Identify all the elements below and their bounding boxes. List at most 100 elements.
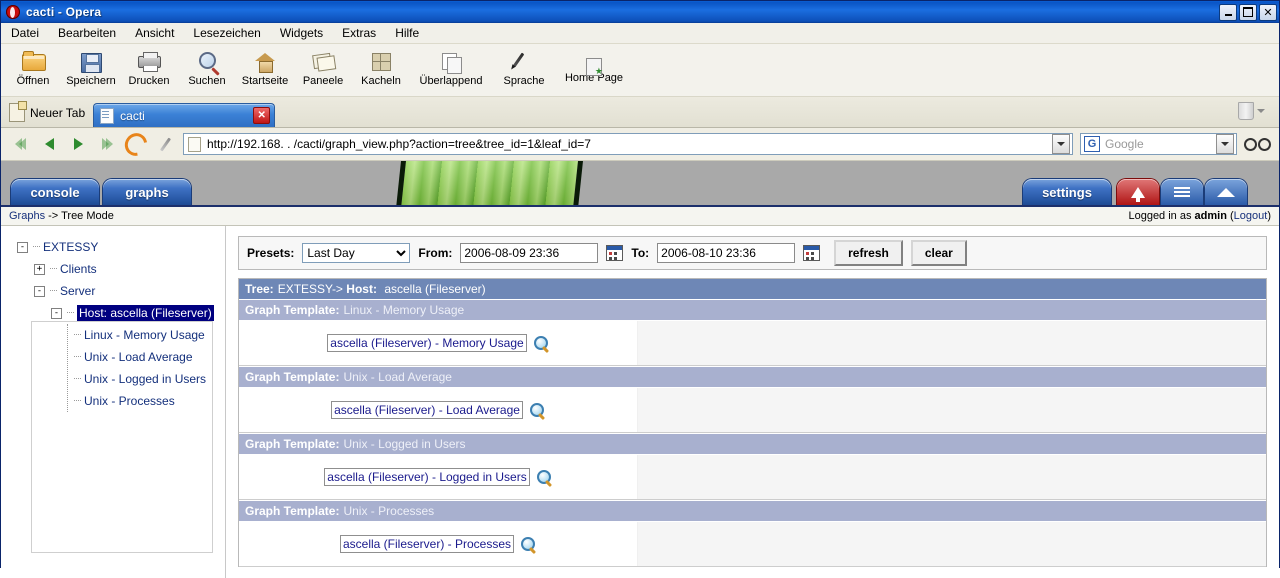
search-placeholder: Google bbox=[1105, 137, 1144, 151]
to-date-input[interactable]: 2006-08-10 23:36 bbox=[657, 243, 796, 263]
logout-link[interactable]: Logout bbox=[1234, 210, 1268, 222]
from-date-input[interactable]: 2006-08-09 23:36 bbox=[460, 243, 599, 263]
calendar-icon[interactable] bbox=[606, 245, 624, 261]
tree-label-extessy: EXTESSY bbox=[43, 240, 99, 254]
search-dropdown-icon[interactable] bbox=[1216, 134, 1234, 154]
menu-widgets[interactable]: Widgets bbox=[280, 26, 323, 40]
url-dropdown-icon[interactable] bbox=[1052, 134, 1070, 154]
tree-node-host-ascella[interactable]: - Host: ascella (Fileserver) bbox=[9, 302, 225, 324]
edit-pen-icon[interactable] bbox=[154, 134, 176, 154]
toolbar-button-panels[interactable]: Paneele bbox=[297, 46, 349, 87]
new-tab-icon bbox=[9, 101, 27, 122]
tree-node-unix-load-average[interactable]: Unix - Load Average bbox=[68, 346, 225, 368]
google-icon: G bbox=[1084, 136, 1100, 152]
login-status: Logged in as admin (Logout) bbox=[1128, 210, 1271, 222]
list-mode-icon[interactable] bbox=[1161, 179, 1203, 205]
menu-hilfe[interactable]: Hilfe bbox=[395, 26, 419, 40]
cascade-windows-icon bbox=[438, 49, 464, 74]
graph-cell: ascella (Fileserver) - Logged in Users bbox=[239, 455, 637, 499]
collapse-icon[interactable]: - bbox=[34, 285, 45, 297]
graph-template-label: Graph Template: bbox=[245, 504, 340, 518]
toolbar-button-tile[interactable]: Kacheln bbox=[355, 46, 407, 87]
breadcrumb-link-graphs[interactable]: Graphs bbox=[9, 210, 45, 222]
graph-image-alt[interactable]: ascella (Fileserver) - Logged in Users bbox=[324, 468, 530, 486]
tree-label-unix-logged-in-users: Unix - Logged in Users bbox=[84, 372, 207, 386]
page-icon bbox=[100, 107, 115, 124]
collapse-icon[interactable]: - bbox=[17, 241, 28, 253]
menu-extras[interactable]: Extras bbox=[342, 26, 376, 40]
magnifier-icon[interactable] bbox=[529, 402, 545, 420]
forward-button[interactable] bbox=[67, 134, 89, 154]
magnifier-icon[interactable] bbox=[533, 335, 549, 353]
graph-image-alt[interactable]: ascella (Fileserver) - Memory Usage bbox=[327, 334, 527, 352]
collapse-icon[interactable]: - bbox=[51, 307, 62, 319]
tree-node-unix-processes[interactable]: Unix - Processes bbox=[68, 390, 225, 412]
tree-label-server: Server bbox=[60, 284, 96, 298]
tab-graphs[interactable]: graphs bbox=[103, 179, 191, 205]
graph-row: ascella (Fileserver) - Load Average bbox=[239, 387, 1266, 433]
toolbar-button-language[interactable]: Sprache bbox=[495, 46, 553, 87]
toolbar-button-home-page[interactable]: Home Page bbox=[559, 46, 629, 84]
home-icon bbox=[252, 49, 278, 73]
presets-select[interactable]: Last Day bbox=[302, 243, 411, 263]
menu-lesezeichen[interactable]: Lesezeichen bbox=[193, 26, 260, 40]
tree-node-server[interactable]: - Server bbox=[9, 280, 225, 302]
preview-mode-icon[interactable] bbox=[1205, 179, 1247, 205]
tab-cacti[interactable]: cacti ✕ bbox=[93, 103, 276, 127]
menu-datei[interactable]: Datei bbox=[11, 26, 39, 40]
tree-label-unix-load-average: Unix - Load Average bbox=[84, 350, 193, 364]
graph-template-name: Unix - Processes bbox=[343, 504, 435, 518]
search-input[interactable]: G Google bbox=[1080, 133, 1237, 155]
rewind-button[interactable] bbox=[9, 134, 31, 154]
tab-close-icon[interactable]: ✕ bbox=[253, 107, 271, 124]
tree-mode-icon[interactable] bbox=[1117, 179, 1159, 205]
tab-settings[interactable]: settings bbox=[1023, 179, 1111, 205]
toolbar-label-cascade: Überlappend bbox=[419, 75, 483, 87]
toolbar-label-save: Speichern bbox=[66, 75, 116, 87]
toolbar-label-search: Suchen bbox=[188, 75, 226, 87]
close-button[interactable]: ✕ bbox=[1259, 3, 1277, 21]
toolbar-button-homepage-start[interactable]: Startseite bbox=[239, 46, 291, 87]
tree-node-unix-logged-in-users[interactable]: Unix - Logged in Users bbox=[68, 368, 225, 390]
toolbar-label-print: Drucken bbox=[128, 75, 170, 87]
reload-icon[interactable] bbox=[120, 128, 152, 160]
toolbar-label-language: Sprache bbox=[503, 75, 545, 87]
fast-forward-button[interactable] bbox=[96, 134, 118, 154]
refresh-button[interactable]: refresh bbox=[834, 240, 903, 266]
toolbar-label-open: Öffnen bbox=[16, 75, 50, 87]
calendar-icon[interactable] bbox=[803, 245, 821, 261]
graph-image-alt[interactable]: ascella (Fileserver) - Processes bbox=[339, 535, 515, 553]
toolbar-button-print[interactable]: Drucken bbox=[123, 46, 175, 87]
cactus-banner-graphic bbox=[396, 161, 584, 205]
new-tab-button[interactable]: Neuer Tab bbox=[7, 101, 93, 127]
expand-icon[interactable]: + bbox=[34, 263, 45, 275]
toolbar-button-search[interactable]: Suchen bbox=[181, 46, 233, 87]
tree-label-host-ascella: Host: ascella (Fileserver) bbox=[77, 305, 214, 321]
breadcrumb-bar: Graphs -> Tree Mode Logged in as admin (… bbox=[1, 207, 1279, 226]
toolbar-button-cascade[interactable]: Überlappend bbox=[413, 46, 489, 87]
toolbar-button-save[interactable]: Speichern bbox=[65, 46, 117, 87]
restore-button[interactable] bbox=[1239, 3, 1257, 21]
tree-node-extessy[interactable]: - EXTESSY bbox=[9, 236, 225, 258]
opera-logo-icon bbox=[5, 4, 21, 20]
magnifier-icon[interactable] bbox=[536, 469, 552, 487]
back-button[interactable] bbox=[38, 134, 60, 154]
magnifier-icon bbox=[194, 49, 220, 73]
graph-template-name: Linux - Memory Usage bbox=[343, 303, 465, 317]
tree-node-linux-memory-usage[interactable]: Linux - Memory Usage bbox=[68, 324, 225, 346]
url-bar[interactable]: http://192.168. . /cacti/graph_view.php?… bbox=[183, 133, 1073, 155]
to-label: To: bbox=[631, 246, 650, 260]
graph-image-alt[interactable]: ascella (Fileserver) - Load Average bbox=[331, 401, 523, 419]
magnifier-icon[interactable] bbox=[521, 536, 537, 554]
menu-bearbeiten[interactable]: Bearbeiten bbox=[58, 26, 116, 40]
trash-can-icon[interactable] bbox=[1238, 102, 1265, 120]
minimize-button[interactable] bbox=[1219, 3, 1237, 21]
tree-node-clients[interactable]: + Clients bbox=[9, 258, 225, 280]
glasses-icon[interactable] bbox=[1244, 137, 1271, 151]
graph-template-label: Graph Template: bbox=[245, 303, 340, 317]
toolbar-button-open[interactable]: Öffnen bbox=[7, 46, 59, 87]
clear-button[interactable]: clear bbox=[910, 240, 967, 266]
menu-ansicht[interactable]: Ansicht bbox=[135, 26, 174, 40]
tab-console[interactable]: console bbox=[11, 179, 99, 205]
tree-header-host-prefix: Host: bbox=[346, 282, 377, 296]
